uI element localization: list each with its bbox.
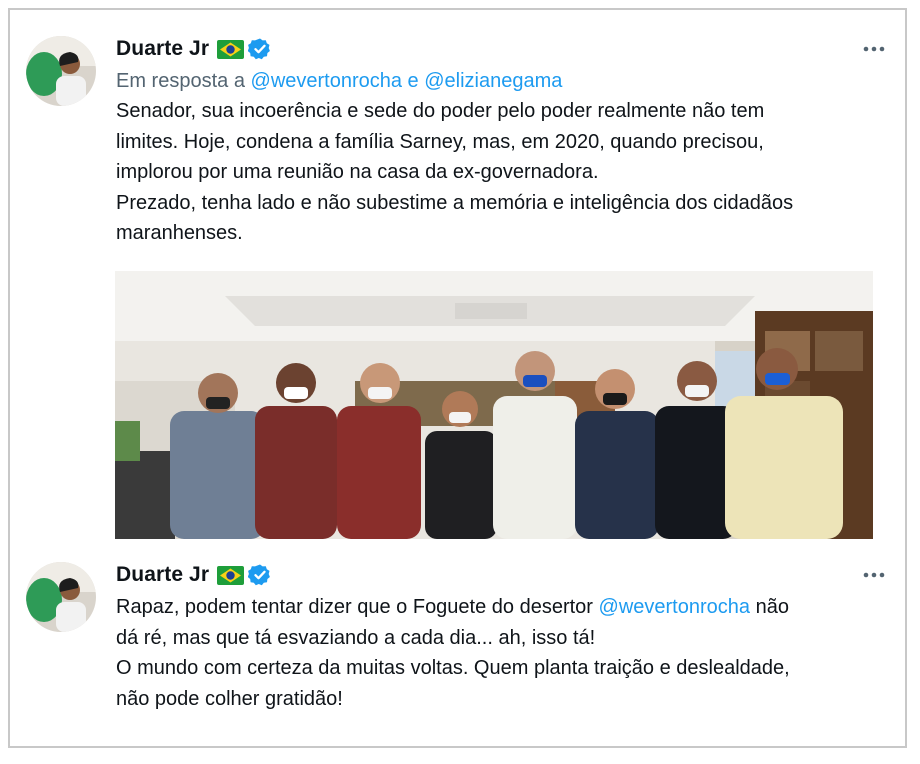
avatar[interactable] bbox=[26, 562, 96, 632]
screenshot-frame: Duarte Jr Em resposta a @wevertonrocha e… bbox=[8, 8, 907, 748]
author-name[interactable]: Duarte Jr bbox=[116, 37, 209, 61]
verified-badge-icon bbox=[247, 563, 272, 587]
tweet-text-part: Rapaz, podem tentar dizer que o Foguete … bbox=[116, 596, 599, 618]
verified-badge-icon bbox=[247, 37, 272, 61]
reply-prefix: Em resposta a bbox=[116, 70, 251, 92]
avatar[interactable] bbox=[26, 36, 96, 106]
reply-context: Em resposta a @wevertonrocha e @eliziane… bbox=[116, 66, 891, 96]
tweet-text: Rapaz, podem tentar dizer que o Foguete … bbox=[116, 592, 891, 714]
author-name[interactable]: Duarte Jr bbox=[116, 563, 209, 587]
mention-link[interactable]: @wevertonrocha bbox=[599, 596, 750, 618]
more-options-icon[interactable] bbox=[861, 38, 887, 60]
brazil-flag-icon bbox=[217, 39, 245, 59]
tweet-text: Senador, sua incoerência e sede do poder… bbox=[116, 100, 794, 244]
more-options-icon[interactable] bbox=[861, 564, 887, 586]
reply-mentions-link[interactable]: @wevertonrocha e @elizianegama bbox=[251, 70, 563, 92]
brazil-flag-icon bbox=[217, 565, 245, 585]
tweet-photo[interactable] bbox=[115, 271, 873, 539]
